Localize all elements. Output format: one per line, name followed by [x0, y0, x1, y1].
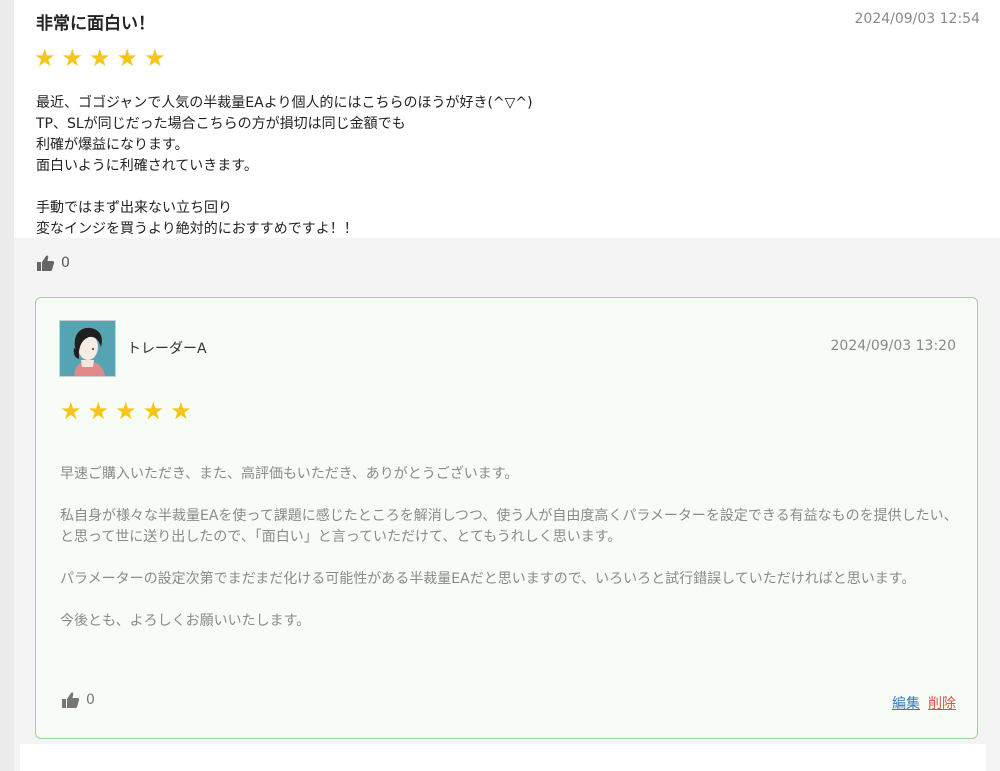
- star-icon: ★: [142, 397, 165, 425]
- star-icon: ★: [144, 44, 166, 72]
- review-date: 2024/09/03 12:54: [854, 11, 981, 27]
- reply-rating: ★ ★ ★ ★ ★: [60, 399, 192, 423]
- review-body-line: 変なインジを買うより絶対的におすすめですよ！！: [36, 221, 358, 237]
- seller-reply-card: トレーダーA 2024/09/03 13:20 ★ ★ ★ ★ ★ 早速ご購入い…: [35, 297, 978, 739]
- reply-like-count: 0: [86, 692, 95, 708]
- reply-paragraph: パラメーターの設定次第でまだまだ化ける可能性がある半裁量EAだと思いますので、い…: [60, 571, 916, 587]
- review-body-line: 手動ではまず出来ない立ち回り: [36, 200, 232, 216]
- star-icon: ★: [170, 397, 192, 425]
- reply-paragraph: 早速ご購入いただき、また、高評価もいただき、ありがとうございます。: [60, 466, 519, 482]
- review-like-count: 0: [61, 255, 70, 271]
- star-icon: ★: [60, 397, 82, 425]
- delete-link[interactable]: 削除: [928, 693, 956, 713]
- star-icon: ★: [89, 44, 111, 72]
- star-icon: ★: [34, 44, 56, 72]
- review-body-line: 利確が爆益になります。: [36, 137, 189, 153]
- review-like-button[interactable]: 0: [36, 254, 70, 272]
- review-body-line: TP、SLが同じだった場合こちらの方が損切は同じ金額でも: [36, 116, 406, 132]
- thumbs-up-icon: [36, 254, 55, 272]
- review-rating: ★ ★ ★ ★ ★: [34, 46, 166, 70]
- reply-like-button[interactable]: 0: [61, 691, 95, 709]
- review-card: 非常に面白い！ 2024/09/03 12:54 ★ ★ ★ ★ ★ 最近、ゴゴ…: [14, 0, 1000, 238]
- avatar: [59, 320, 116, 377]
- review-body-line: 最近、ゴゴジャンで人気の半裁量EAより個人的にはこちらのほうが好き(^▽^): [36, 95, 533, 111]
- reply-date: 2024/09/03 13:20: [830, 338, 957, 354]
- thumbs-up-icon: [61, 691, 80, 709]
- reply-author-name: トレーダーA: [127, 341, 207, 357]
- star-icon: ★: [61, 44, 84, 72]
- star-icon: ★: [115, 397, 137, 425]
- reply-paragraph: 今後とも、よろしくお願いいたします。: [60, 613, 311, 629]
- star-icon: ★: [116, 44, 139, 72]
- left-margin-strip: [0, 0, 14, 771]
- reply-actions: 編集 削除: [892, 693, 956, 713]
- avatar-illustration: [60, 321, 115, 376]
- review-body: 最近、ゴゴジャンで人気の半裁量EAより個人的にはこちらのほうが好き(^▽^) T…: [36, 93, 533, 240]
- reply-paragraph: 私自身が様々な半裁量EAを使って課題に感じたところを解消しつつ、使う人が自由度高…: [60, 508, 958, 545]
- reply-body: 早速ご購入いただき、また、高評価もいただき、ありがとうございます。 私自身が様々…: [60, 464, 960, 653]
- next-review-card: [20, 744, 986, 771]
- star-icon: ★: [87, 397, 110, 425]
- review-body-line: 面白いように利確されていきます。: [36, 158, 258, 174]
- edit-link[interactable]: 編集: [892, 693, 920, 713]
- review-title: 非常に面白い！: [36, 14, 155, 34]
- review-body-line: [36, 177, 533, 198]
